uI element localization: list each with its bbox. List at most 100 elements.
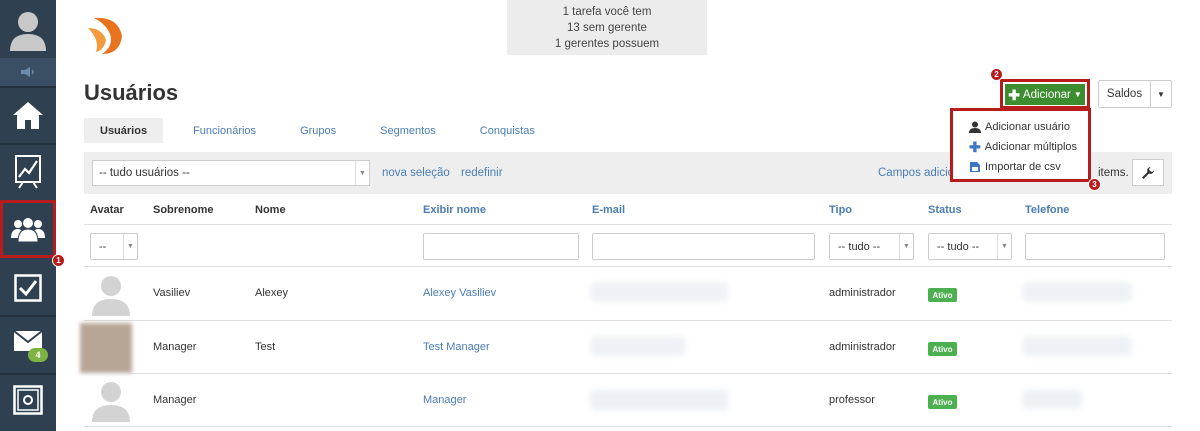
table-divider (84, 373, 1172, 374)
redacted-phone (1022, 389, 1082, 409)
saldos-button[interactable]: Saldos ▼ (1098, 80, 1172, 108)
column-header-status[interactable]: Status (928, 204, 962, 216)
chart-board-icon (15, 155, 41, 189)
chevron-down-icon: ▼ (123, 234, 137, 259)
sidebar: 1 4 (0, 0, 65, 431)
table-divider (84, 266, 1172, 267)
company-logo (88, 17, 122, 54)
annotation-badge-3: 3 (1088, 178, 1101, 191)
display-name-filter-input[interactable] (423, 233, 579, 260)
cell-type: administrador (829, 341, 896, 353)
redacted-phone (1022, 282, 1132, 302)
sidebar-divider (0, 315, 56, 317)
cell-firstname: Test (255, 341, 276, 353)
sidebar-profile-avatar[interactable] (0, 0, 56, 58)
avatar-filter-value: -- (99, 240, 107, 253)
chevron-down-icon: ▼ (355, 161, 369, 185)
speaker-icon (21, 67, 34, 77)
table-divider (84, 426, 1172, 427)
menu-item-add-multiple[interactable]: ✚ Adicionar múltiplos (953, 137, 1088, 157)
cell-display-name-link[interactable]: Test Manager (423, 341, 490, 353)
sidebar-item-users[interactable] (0, 200, 56, 258)
notification-line[interactable]: 13 sem gerente (507, 20, 707, 36)
saldos-caret-button[interactable]: ▼ (1151, 81, 1171, 107)
status-filter-value: -- tudo -- (937, 240, 980, 253)
page-title: Usuários (84, 80, 179, 105)
safe-icon (13, 385, 43, 415)
tabs-bar: Usuários Funcionários Grupos Segmentos C… (84, 118, 563, 143)
sidebar-sound-toggle[interactable] (0, 58, 56, 86)
column-header-type[interactable]: Tipo (829, 204, 852, 216)
column-header-firstname[interactable]: Nome (255, 204, 286, 216)
user-avatar-icon (10, 12, 46, 51)
avatar-filter-select[interactable]: -- ▼ (90, 233, 138, 260)
column-header-display-name[interactable]: Exibir nome (423, 204, 486, 216)
redacted-email (590, 389, 728, 411)
default-avatar-icon (92, 276, 130, 316)
wrench-icon (1142, 166, 1154, 179)
sidebar-item-reports[interactable] (0, 145, 56, 199)
email-filter-input[interactable] (592, 233, 815, 260)
items-count-label: items. (1098, 167, 1129, 179)
cell-lastname: Manager (153, 394, 197, 406)
cell-type: professor (829, 394, 875, 406)
sidebar-item-home[interactable] (0, 88, 56, 142)
notification-line[interactable]: 1 gerentes possuem (507, 36, 707, 52)
annotation-badge-2: 2 (990, 68, 1003, 81)
tab-groups[interactable]: Grupos (284, 118, 352, 143)
tab-users[interactable]: Usuários (84, 118, 164, 143)
sidebar-item-messages[interactable]: 4 (0, 318, 56, 372)
default-avatar-icon (92, 382, 130, 422)
cell-display-name-link[interactable]: Alexey Vasiliev (423, 287, 496, 299)
user-photo-avatar (80, 323, 132, 373)
column-header-phone[interactable]: Telefone (1025, 204, 1069, 216)
table-divider (84, 320, 1172, 321)
redacted-email (590, 336, 686, 356)
add-button[interactable]: ✚ Adicionar ▼ (1005, 84, 1085, 105)
type-filter-select[interactable]: -- tudo -- ▼ (829, 233, 914, 260)
add-button-label: Adicionar (1022, 88, 1071, 101)
phone-filter-input[interactable] (1025, 233, 1165, 260)
sidebar-item-safe[interactable] (0, 375, 56, 425)
redacted-phone (1022, 336, 1132, 356)
saldos-button-label: Saldos (1099, 81, 1151, 107)
menu-item-label: Importar de csv (985, 161, 1061, 173)
chevron-down-icon: ▼ (899, 234, 913, 259)
tab-segments[interactable]: Segmentos (364, 118, 452, 143)
column-header-lastname[interactable]: Sobrenome (153, 204, 214, 216)
user-icon (969, 121, 981, 133)
menu-item-label: Adicionar usuário (985, 121, 1070, 133)
user-selection-value: -- tudo usuários -- (99, 167, 190, 179)
new-selection-link[interactable]: nova seleção (382, 167, 450, 179)
menu-item-add-user[interactable]: Adicionar usuário (953, 117, 1088, 137)
custom-fields-link[interactable]: Campos adicio (878, 167, 954, 179)
add-dropdown-menu: Adicionar usuário ✚ Adicionar múltiplos … (950, 108, 1091, 182)
mail-count-badge: 4 (28, 348, 48, 362)
cell-lastname: Manager (153, 341, 197, 353)
status-badge: Ativo (928, 342, 957, 356)
cell-firstname: Alexey (255, 287, 289, 299)
plus-icon: ✚ (1008, 86, 1020, 103)
notification-line[interactable]: 1 tarefa você tem (507, 4, 707, 20)
cell-display-name-link[interactable]: Manager (423, 394, 466, 406)
settings-button[interactable] (1132, 159, 1164, 186)
caret-down-icon: ▼ (1157, 89, 1165, 99)
cell-lastname: Vasiliev (153, 287, 191, 299)
checkbox-icon (14, 274, 42, 302)
chevron-down-icon: ▼ (997, 234, 1011, 259)
menu-item-label: Adicionar múltiplos (984, 141, 1078, 153)
user-selection-select[interactable]: -- tudo usuários -- ▼ (92, 160, 370, 186)
tab-employees[interactable]: Funcionários (177, 118, 272, 143)
annotation-badge-1: 1 (52, 254, 65, 267)
status-filter-select[interactable]: -- tudo -- ▼ (928, 233, 1012, 260)
column-header-email[interactable]: E-mail (592, 204, 625, 216)
tab-achievements[interactable]: Conquistas (464, 118, 551, 143)
add-button-highlight: ✚ Adicionar ▼ (1000, 79, 1090, 109)
table-divider (84, 224, 1172, 225)
users-group-icon (11, 217, 45, 242)
plus-icon: ✚ (969, 139, 981, 155)
csv-import-icon (970, 162, 980, 172)
sidebar-item-tasks[interactable] (0, 262, 56, 314)
reset-link[interactable]: redefinir (461, 167, 503, 179)
menu-item-import-csv[interactable]: Importar de csv (953, 157, 1088, 177)
